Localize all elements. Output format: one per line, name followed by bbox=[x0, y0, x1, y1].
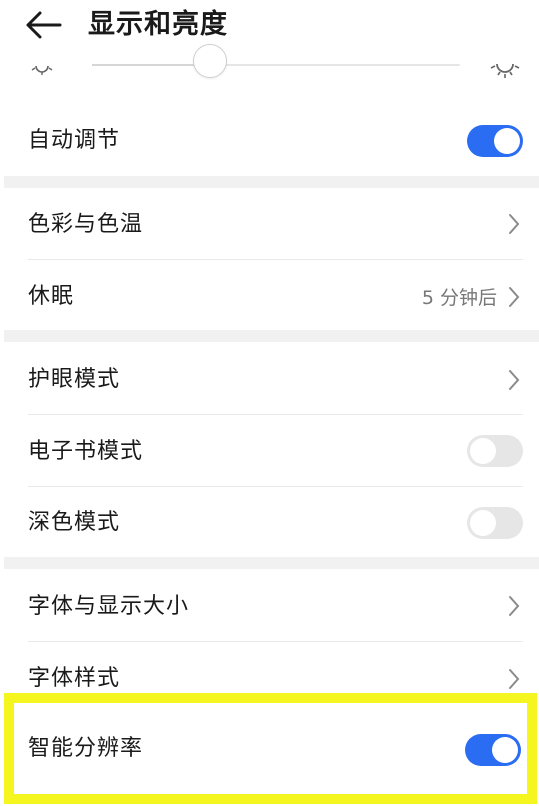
page-title: 显示和亮度 bbox=[88, 9, 228, 40]
sleep-row[interactable]: 休眠 5 分钟后 bbox=[0, 260, 539, 330]
chevron-right-icon bbox=[509, 669, 520, 689]
sleep-value: 5 分钟后 bbox=[421, 287, 497, 309]
dark-mode-label: 深色模式 bbox=[28, 510, 121, 535]
brightness-slider[interactable] bbox=[92, 44, 460, 78]
ebook-mode-label: 电子书模式 bbox=[28, 439, 144, 464]
group-separator bbox=[4, 557, 539, 569]
sun-dim-icon bbox=[31, 65, 53, 75]
auto-brightness-row[interactable]: 自动调节 bbox=[0, 106, 539, 176]
chevron-right-icon bbox=[509, 370, 520, 390]
font-display-size-label: 字体与显示大小 bbox=[28, 594, 190, 619]
arrow-left-icon[interactable] bbox=[24, 8, 64, 42]
font-display-size-row[interactable]: 字体与显示大小 bbox=[0, 569, 539, 642]
auto-brightness-label: 自动调节 bbox=[28, 128, 121, 153]
chevron-right-icon bbox=[509, 596, 520, 616]
chevron-right-icon bbox=[509, 214, 520, 234]
brightness-slider-fill bbox=[92, 64, 210, 66]
color-temperature-label: 色彩与色温 bbox=[28, 212, 144, 237]
eye-comfort-label: 护眼模式 bbox=[28, 367, 121, 392]
group-separator bbox=[4, 330, 539, 342]
dark-mode-toggle[interactable] bbox=[467, 507, 523, 539]
eye-comfort-row[interactable]: 护眼模式 bbox=[0, 342, 539, 415]
brightness-slider-thumb[interactable] bbox=[192, 44, 227, 78]
dark-mode-row[interactable]: 深色模式 bbox=[0, 487, 539, 557]
auto-brightness-toggle[interactable] bbox=[467, 125, 523, 157]
font-style-label: 字体样式 bbox=[28, 666, 121, 691]
highlight-frame bbox=[4, 693, 537, 804]
sun-bright-icon bbox=[490, 63, 520, 78]
ebook-mode-row[interactable]: 电子书模式 bbox=[0, 415, 539, 487]
color-temperature-row[interactable]: 色彩与色温 bbox=[0, 188, 539, 260]
ebook-mode-toggle[interactable] bbox=[467, 435, 523, 467]
app-header: 显示和亮度 bbox=[0, 0, 539, 52]
brightness-slider-row bbox=[0, 44, 539, 90]
chevron-right-icon bbox=[509, 287, 520, 307]
sleep-label: 休眠 bbox=[28, 284, 75, 309]
group-separator bbox=[4, 176, 539, 188]
